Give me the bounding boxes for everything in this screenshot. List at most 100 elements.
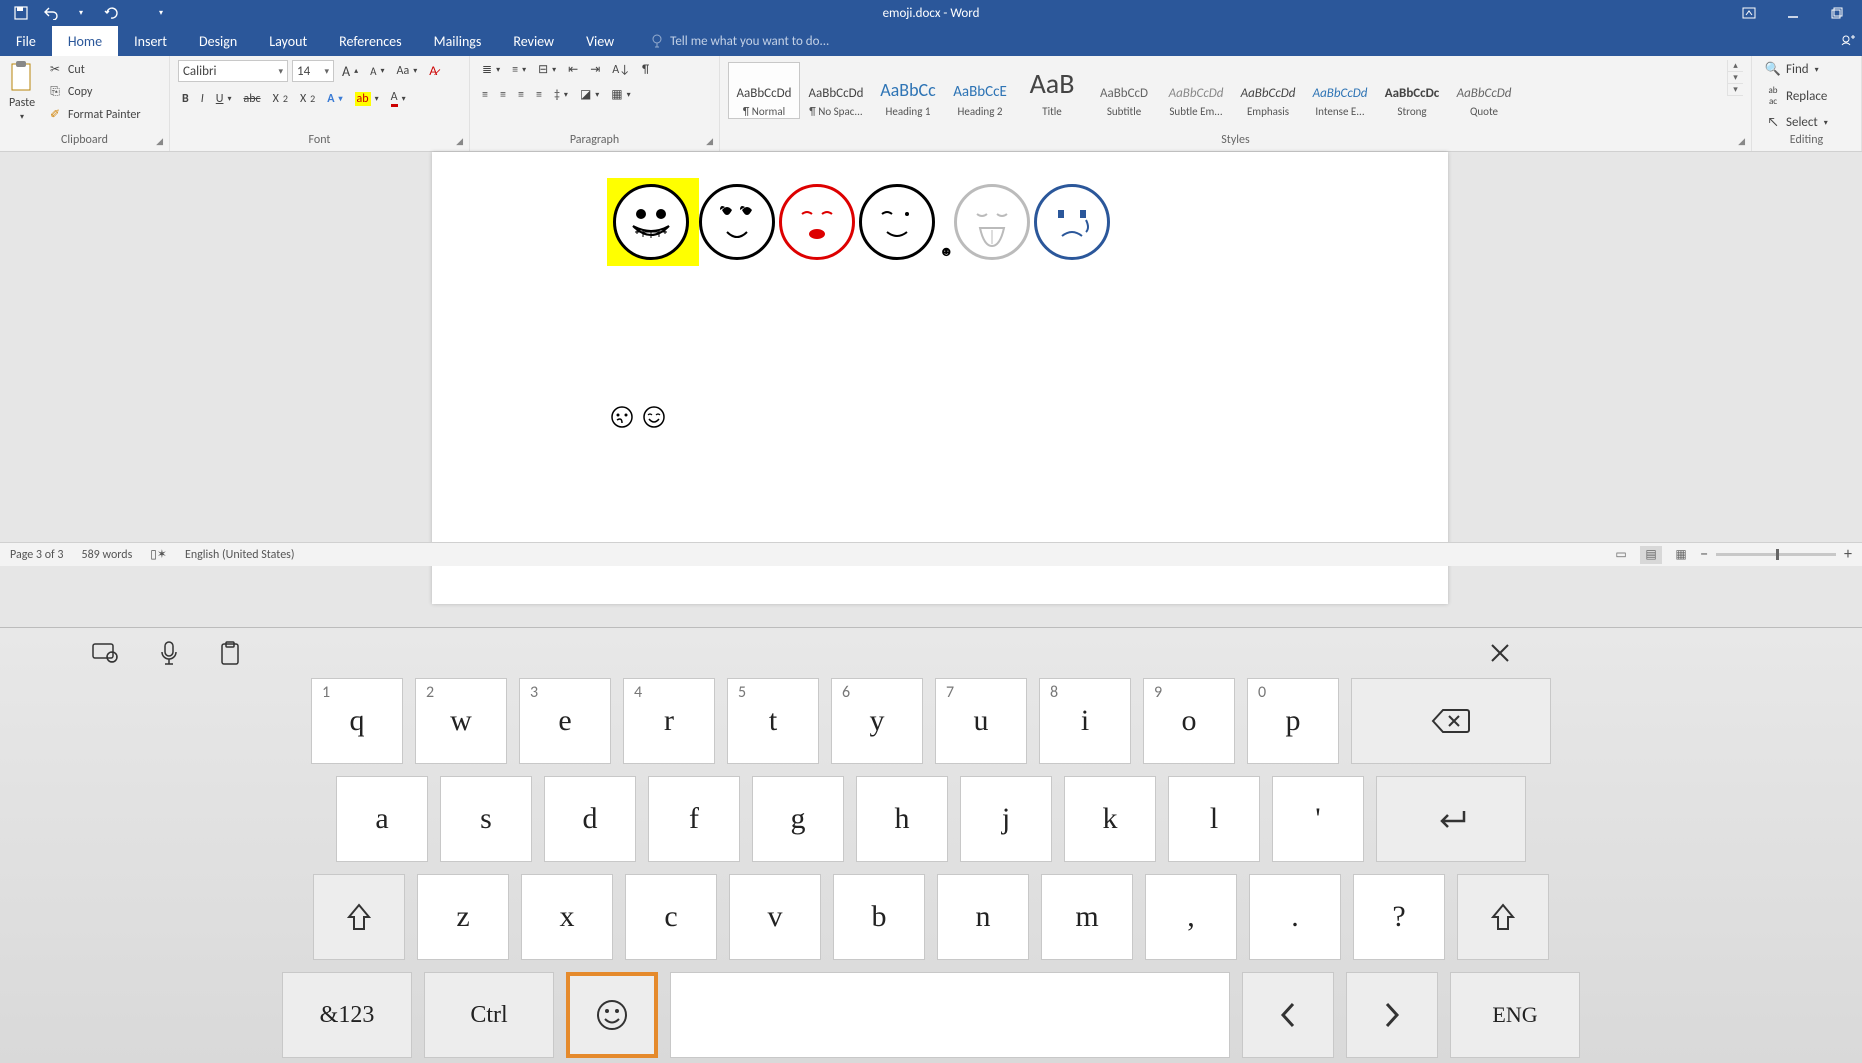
shrink-font[interactable]: A▾: [366, 63, 388, 80]
format-painter-button[interactable]: ✐Format Painter: [42, 105, 145, 124]
increase-indent[interactable]: ⇥: [586, 60, 604, 79]
change-case[interactable]: Aa▾: [393, 62, 422, 80]
key-shift-left[interactable]: [313, 874, 405, 960]
style-strong[interactable]: AaBbCcDcStrong: [1376, 62, 1448, 119]
share-button[interactable]: [1840, 26, 1862, 56]
bold-button[interactable]: B: [178, 90, 193, 108]
font-size-combo[interactable]: 14▾: [292, 60, 334, 82]
window-minimize[interactable]: [1776, 2, 1810, 24]
zoom-out[interactable]: −: [1700, 545, 1708, 564]
key-c[interactable]: c: [625, 874, 717, 960]
key-s[interactable]: s: [440, 776, 532, 862]
key-j[interactable]: j: [960, 776, 1052, 862]
document-workspace[interactable]: ☻: [0, 152, 1862, 604]
underline-button[interactable]: U▾: [212, 90, 236, 108]
key-language[interactable]: ENG: [1450, 972, 1580, 1058]
tab-layout[interactable]: Layout: [253, 26, 323, 56]
key-o[interactable]: 9o: [1143, 678, 1235, 764]
key-g[interactable]: g: [752, 776, 844, 862]
gallery-down[interactable]: ▾: [1728, 72, 1743, 84]
style-subtitle[interactable]: AaBbCcDSubtitle: [1088, 62, 1160, 119]
align-left[interactable]: ≡: [478, 85, 492, 104]
key-b[interactable]: b: [833, 874, 925, 960]
tab-file[interactable]: File: [0, 26, 52, 56]
select-button[interactable]: ↖Select▾: [1760, 113, 1832, 132]
highlight-button[interactable]: ab▾: [351, 90, 383, 108]
borders[interactable]: ▦▾: [607, 85, 634, 104]
style-subtle-em---[interactable]: AaBbCcDdSubtle Em...: [1160, 62, 1232, 119]
key-emoji[interactable]: [566, 972, 658, 1058]
osk-settings-icon[interactable]: [92, 641, 118, 665]
style-heading-1[interactable]: AaBbCcHeading 1: [872, 62, 944, 119]
style-title[interactable]: AaBTitle: [1016, 62, 1088, 119]
numbering[interactable]: ≡▾: [508, 60, 530, 79]
cut-button[interactable]: ✂Cut: [42, 60, 145, 79]
key-x[interactable]: x: [521, 874, 613, 960]
clipboard-launcher[interactable]: ◢: [156, 136, 163, 147]
subscript-button[interactable]: X2: [269, 90, 292, 108]
view-read-mode[interactable]: ▭: [1610, 546, 1632, 564]
shading[interactable]: ◪▾: [576, 85, 603, 104]
tab-review[interactable]: Review: [497, 26, 570, 56]
key-v[interactable]: v: [729, 874, 821, 960]
qat-undo-dd[interactable]: ▾: [70, 2, 92, 24]
style-intense-e---[interactable]: AaBbCcDdIntense E...: [1304, 62, 1376, 119]
replace-button[interactable]: abacReplace: [1760, 83, 1832, 109]
key-shift-right[interactable]: [1457, 874, 1549, 960]
window-restore[interactable]: [1820, 2, 1854, 24]
font-launcher[interactable]: ◢: [456, 136, 463, 147]
key-z[interactable]: z: [417, 874, 509, 960]
key-l[interactable]: l: [1168, 776, 1260, 862]
qat-redo[interactable]: [100, 2, 122, 24]
tab-home[interactable]: Home: [52, 26, 118, 56]
key-u[interactable]: 7u: [935, 678, 1027, 764]
key-m[interactable]: m: [1041, 874, 1133, 960]
superscript-button[interactable]: X2: [296, 90, 319, 108]
status-words[interactable]: 589 words: [82, 548, 133, 562]
copy-button[interactable]: ⎘Copy: [42, 83, 145, 101]
tab-insert[interactable]: Insert: [118, 26, 183, 56]
osk-mic-icon[interactable]: [160, 641, 178, 665]
key-k[interactable]: k: [1064, 776, 1156, 862]
key-r[interactable]: 4r: [623, 678, 715, 764]
key-n[interactable]: n: [937, 874, 1029, 960]
key-ctrl[interactable]: Ctrl: [424, 972, 554, 1058]
gallery-up[interactable]: ▴: [1728, 60, 1743, 72]
gallery-more[interactable]: ▾: [1728, 84, 1743, 96]
key-i[interactable]: 8i: [1039, 678, 1131, 764]
view-print-layout[interactable]: ▤: [1640, 546, 1662, 564]
key-question[interactable]: ?: [1353, 874, 1445, 960]
tab-design[interactable]: Design: [183, 26, 253, 56]
style---normal[interactable]: AaBbCcDd¶ Normal: [728, 62, 800, 119]
key-comma[interactable]: ,: [1145, 874, 1237, 960]
status-page[interactable]: Page 3 of 3: [10, 548, 64, 562]
find-button[interactable]: 🔍Find▾: [1760, 60, 1832, 79]
font-color[interactable]: A▾: [387, 88, 410, 109]
key-space[interactable]: [670, 972, 1230, 1058]
clear-formatting[interactable]: A̷: [425, 62, 441, 81]
qat-save[interactable]: [10, 2, 32, 24]
align-right[interactable]: ≡: [514, 85, 528, 104]
key-p[interactable]: 0p: [1247, 678, 1339, 764]
style-heading-2[interactable]: AaBbCcEHeading 2: [944, 62, 1016, 119]
key-f[interactable]: f: [648, 776, 740, 862]
text-effects[interactable]: A▾: [323, 90, 346, 108]
qat-undo[interactable]: [40, 2, 62, 24]
font-name-combo[interactable]: Calibri▾: [178, 60, 288, 82]
style---no-spac---[interactable]: AaBbCcDd¶ No Spac...: [800, 62, 872, 119]
document-page[interactable]: ☻: [432, 152, 1448, 604]
status-proofing-icon[interactable]: ▯✶: [150, 547, 167, 562]
zoom-slider[interactable]: [1716, 553, 1836, 556]
tab-mailings[interactable]: Mailings: [418, 26, 498, 56]
decrease-indent[interactable]: ⇤: [564, 60, 582, 79]
qat-customize[interactable]: ▾: [150, 2, 172, 24]
paragraph-launcher[interactable]: ◢: [706, 136, 713, 147]
align-center[interactable]: ≡: [496, 85, 510, 104]
key-symbols[interactable]: &123: [282, 972, 412, 1058]
styles-gallery[interactable]: AaBbCcDd¶ NormalAaBbCcDd¶ No Spac...AaBb…: [728, 60, 1721, 119]
key-q[interactable]: 1q: [311, 678, 403, 764]
key-a[interactable]: a: [336, 776, 428, 862]
line-spacing[interactable]: ‡▾: [550, 85, 572, 104]
sort[interactable]: A↓: [608, 60, 634, 79]
paste-button[interactable]: Paste ▾: [8, 60, 36, 122]
